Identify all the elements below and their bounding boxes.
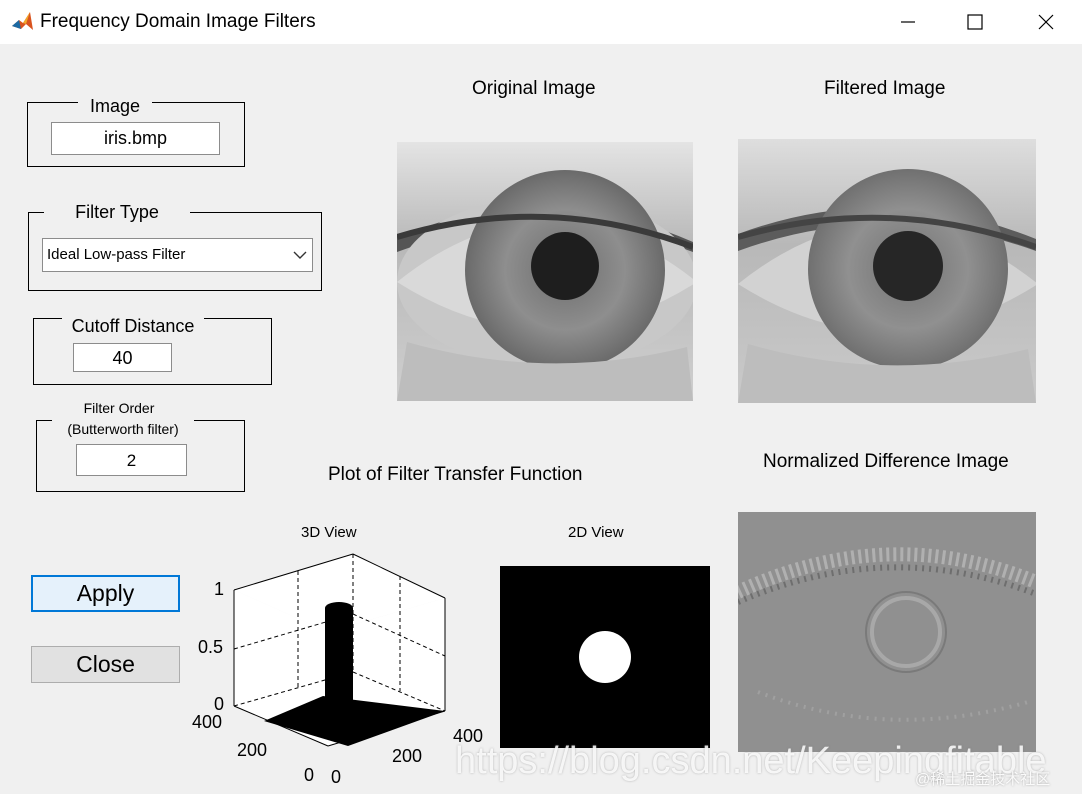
original-image-title: Original Image [472,78,596,99]
minimize-button[interactable] [878,0,938,44]
cutoff-distance-field[interactable]: 40 [73,343,172,372]
title-bar: Frequency Domain Image Filters [0,0,1082,44]
close-button[interactable]: Close [31,646,180,683]
cutoff-group-label: Cutoff Distance [62,316,204,336]
filtered-image [738,139,1036,403]
image-filename-field[interactable]: iris.bmp [51,122,220,155]
filter-order-label-line1: Filter Order [66,399,172,417]
x-tick-0: 0 [331,767,342,787]
difference-image [738,512,1036,752]
minimize-icon [901,21,915,23]
x-tick-200: 200 [392,746,423,766]
transfer-2d-view [500,566,710,748]
view-3d-title: 3D View [301,524,357,541]
y-tick-200: 200 [237,740,268,760]
maximize-icon [967,14,983,30]
window-title: Frequency Domain Image Filters [40,11,316,32]
close-icon [1038,14,1054,30]
y-tick-400: 400 [192,712,223,732]
z-tick-0.5: 0.5 [198,637,224,657]
filter-type-select[interactable]: Ideal Low-pass Filter [42,238,313,272]
filter-type-group-label: Filter Type [44,202,190,222]
filter-order-label-line2: (Butterworth filter) [52,420,194,438]
close-window-button[interactable] [1016,0,1076,44]
y-tick-0: 0 [304,765,315,785]
watermark-sub: @稀土掘金技术社区 [915,771,1051,788]
original-image [397,142,693,401]
apply-button[interactable]: Apply [31,575,180,612]
matlab-logo-icon [10,10,34,34]
filtered-image-title: Filtered Image [824,78,946,99]
passband-circle [579,631,631,683]
view-2d-title: 2D View [568,524,624,541]
filter-type-selected: Ideal Low-pass Filter [47,246,186,263]
maximize-button[interactable] [945,0,1005,44]
filter-order-field[interactable]: 2 [76,444,187,476]
transfer-function-title: Plot of Filter Transfer Function [328,464,583,485]
z-tick-1: 1 [214,579,225,599]
chevron-down-icon [288,239,312,271]
image-group-label: Image [78,96,152,116]
difference-image-title: Normalized Difference Image [763,451,1009,472]
